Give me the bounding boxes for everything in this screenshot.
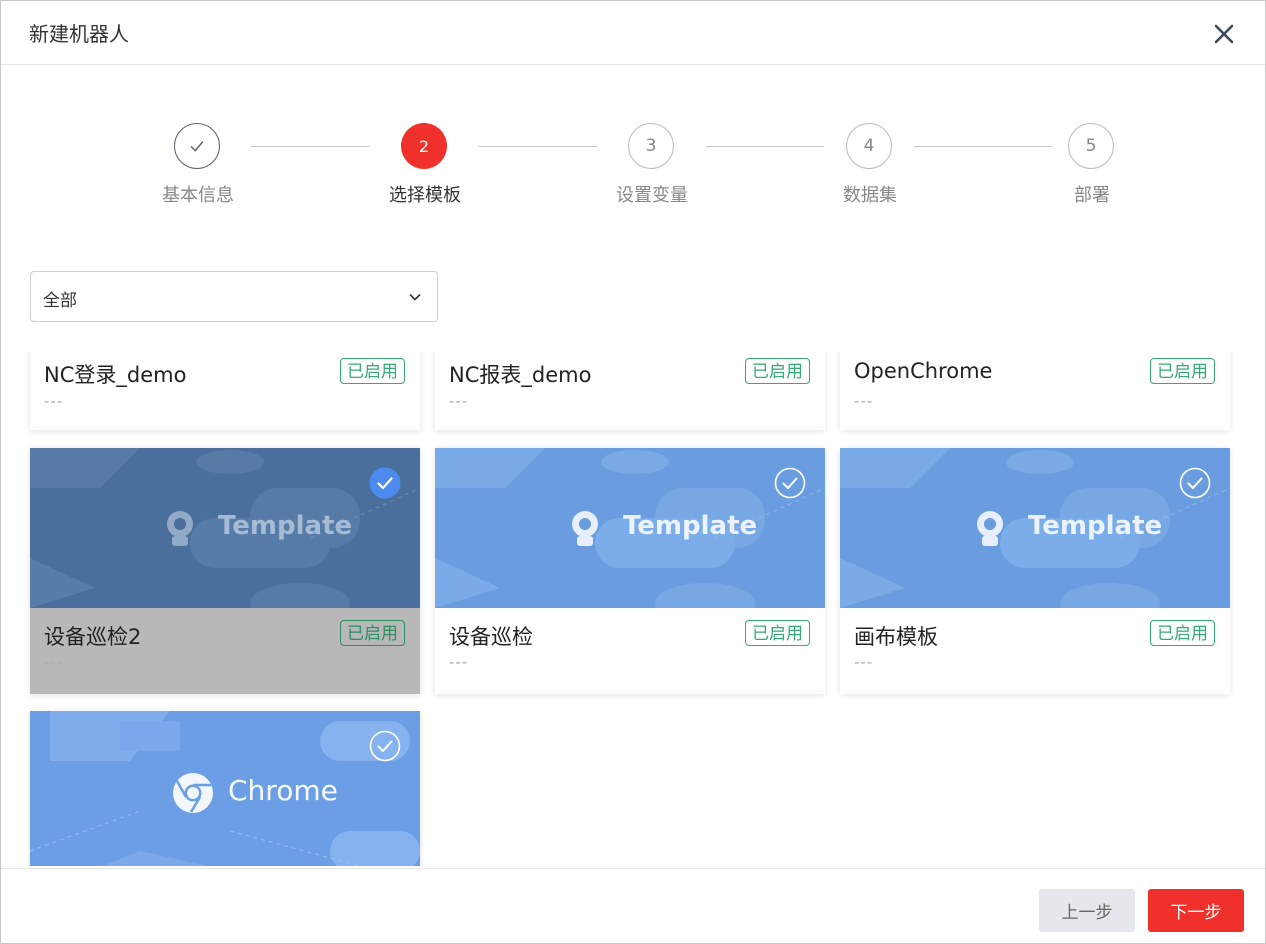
template-name: 画布模板	[854, 625, 938, 649]
step-label: 选择模板	[389, 185, 461, 206]
status-badge: 已启用	[340, 358, 405, 384]
template-thumb-text: Template	[623, 511, 758, 541]
template-thumbnail: Template	[840, 448, 1230, 608]
close-icon[interactable]	[1209, 19, 1239, 49]
step-done-circle	[174, 123, 220, 169]
template-card[interactable]: NC登录_demo 已启用 ---	[30, 352, 420, 430]
template-name: 设备巡检2	[44, 625, 142, 649]
stepper: 基本信息 2 选择模板 3 设置变量 4 数据集 5 部署	[1, 121, 1265, 221]
step-label: 部署	[1074, 185, 1110, 206]
step-number: 3	[628, 123, 674, 169]
status-badge: 已启用	[340, 620, 405, 646]
step-label: 数据集	[843, 185, 897, 206]
template-desc: ---	[44, 392, 64, 410]
step-number: 5	[1068, 123, 1114, 169]
step-number: 2	[401, 123, 447, 169]
check-circle-icon	[774, 467, 806, 499]
template-thumb-text: Template	[1028, 511, 1163, 541]
template-card[interactable]: Template 画布模板 已启用 ---	[840, 448, 1230, 694]
dialog-footer: 上一步 下一步	[1, 868, 1265, 943]
template-card[interactable]: OpenChrome 已启用 ---	[840, 352, 1230, 430]
template-card-selected[interactable]: Template 设备巡检2 已启用 ---	[30, 448, 420, 694]
prev-step-button[interactable]: 上一步	[1039, 889, 1135, 932]
status-badge: 已启用	[1150, 358, 1215, 384]
next-step-button[interactable]: 下一步	[1148, 889, 1244, 932]
selected-check-icon	[369, 467, 401, 499]
template-desc: ---	[449, 653, 469, 671]
template-thumbnail: Template	[435, 448, 825, 608]
status-badge: 已启用	[1150, 620, 1215, 646]
template-desc: ---	[449, 392, 469, 410]
chrome-icon	[173, 773, 213, 813]
template-name: NC登录_demo	[44, 363, 187, 387]
step-number: 4	[846, 123, 892, 169]
template-grid: NC登录_demo 已启用 --- NC报表_demo 已启用 --- Open…	[1, 352, 1265, 866]
category-select-value: 全部	[43, 291, 77, 311]
check-circle-icon	[1179, 467, 1211, 499]
template-card[interactable]: NC报表_demo 已启用 ---	[435, 352, 825, 430]
template-thumb-text: Chrome	[228, 774, 338, 807]
step-label: 设置变量	[616, 185, 688, 206]
template-name: NC报表_demo	[449, 363, 592, 387]
status-badge: 已启用	[745, 358, 810, 384]
new-robot-dialog: 新建机器人 基本信息 2 选择模板 3 设置变量 4 数据集 5 部署 全部 N…	[0, 0, 1266, 944]
template-thumbnail: Template	[30, 448, 420, 608]
template-name: 设备巡检	[449, 625, 533, 649]
dialog-title: 新建机器人	[29, 22, 129, 46]
template-desc: ---	[854, 392, 874, 410]
template-card[interactable]: Template 设备巡检 已启用 ---	[435, 448, 825, 694]
check-circle-icon	[369, 730, 401, 762]
template-desc: ---	[44, 653, 64, 671]
category-select[interactable]: 全部	[30, 271, 438, 322]
template-thumb-text: Template	[218, 511, 353, 541]
status-badge: 已启用	[745, 620, 810, 646]
chevron-down-icon	[409, 293, 421, 301]
dialog-header: 新建机器人	[1, 1, 1265, 65]
template-name: OpenChrome	[854, 359, 993, 383]
template-card[interactable]: Chrome	[30, 711, 420, 866]
checkmark-icon	[190, 141, 204, 152]
template-thumbnail: Chrome	[30, 711, 420, 866]
template-desc: ---	[854, 653, 874, 671]
step-label: 基本信息	[162, 185, 234, 206]
